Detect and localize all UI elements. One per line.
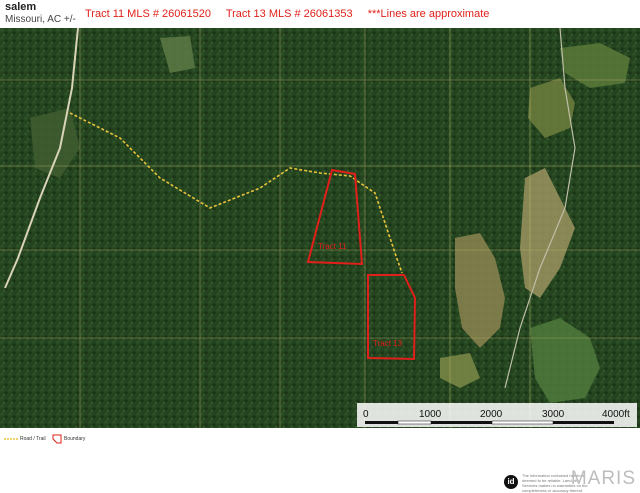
tract-13-label: Tract 13 MLS # 26061353 — [225, 8, 353, 20]
tract-info: Tract 11 MLS # 26061520 Tract 13 MLS # 2… — [85, 8, 501, 20]
tract-13-map-label: Tract 13 — [373, 339, 403, 348]
scale-tick-0: 0 — [363, 409, 369, 420]
property-subtitle: Missouri, AC +/- — [5, 14, 76, 25]
approximate-note: ***Lines are approximate — [367, 8, 490, 20]
map-header: salem Missouri, AC +/- Tract 11 MLS # 26… — [0, 0, 640, 28]
scale-tick-2000: 2000 — [480, 409, 503, 420]
scale-bar: 0 1000 2000 3000 4000ft — [357, 403, 637, 427]
tract-11-map-label: Tract 11 — [318, 242, 347, 251]
scale-tick-1000: 1000 — [419, 409, 442, 420]
land-id-logo-icon: id — [504, 475, 518, 489]
boundary-swatch-icon — [52, 434, 62, 444]
property-title: salem — [5, 1, 37, 13]
scale-tick-3000: 3000 — [542, 409, 565, 420]
road-trail-swatch-icon — [4, 438, 18, 440]
legend-boundary: Boundary — [64, 436, 86, 442]
tract-11-label: Tract 11 MLS # 26061520 — [85, 8, 211, 20]
scale-tick-4000: 4000ft — [602, 409, 630, 420]
maris-watermark: MARIS — [570, 468, 636, 489]
legend-road-trail: Road / Trail — [20, 436, 46, 442]
aerial-map[interactable]: Tract 11 Tract 13 0 1000 2000 3000 4000f… — [0, 28, 640, 428]
